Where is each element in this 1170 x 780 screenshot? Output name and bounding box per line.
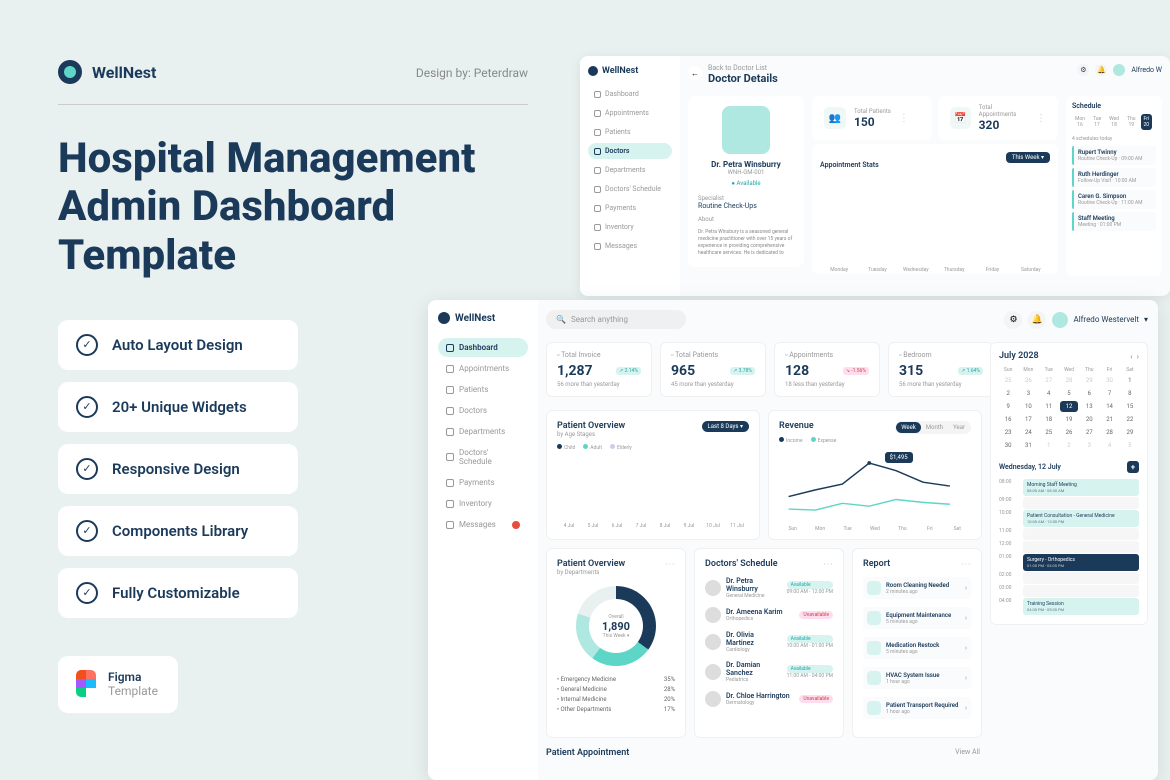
feature-item: ✓Auto Layout Design [58, 320, 298, 370]
user-name[interactable]: Alfredo W [1131, 66, 1162, 74]
gear-icon[interactable]: ⚙ [1077, 64, 1089, 76]
chart-tooltip: $1,495 [885, 452, 913, 463]
sidebar-item[interactable]: Dashboard [438, 338, 528, 357]
more-icon[interactable]: ⋮ [1036, 113, 1046, 124]
brand-logo-icon [588, 66, 598, 76]
feature-item: ✓Components Library [58, 506, 298, 556]
gear-icon[interactable]: ⚙ [1004, 311, 1022, 329]
user-menu[interactable]: Alfredo Westervelt▾ [1052, 312, 1148, 328]
add-event-button[interactable]: + [1127, 461, 1139, 473]
avatar[interactable] [1113, 64, 1125, 76]
bell-icon[interactable]: 🔔 [1028, 311, 1046, 329]
status-badge: ● Available [698, 180, 794, 187]
figma-icon [76, 670, 96, 698]
line-chart [779, 452, 971, 522]
check-icon: ✓ [76, 520, 98, 542]
users-icon: 👥 [824, 107, 846, 129]
back-button[interactable]: ← [688, 66, 702, 80]
avatar [722, 106, 770, 154]
period-selector[interactable]: This Week ▾ [1006, 152, 1050, 163]
prev-month-button[interactable]: ‹ [1130, 352, 1132, 361]
sidebar-item[interactable]: Inventory [438, 494, 528, 513]
more-icon[interactable]: ⋯ [961, 559, 971, 570]
figma-badge: FigmaTemplate [58, 656, 178, 713]
check-icon: ✓ [76, 396, 98, 418]
avatar [1052, 312, 1068, 328]
sidebar-item[interactable]: Inventory [588, 219, 672, 235]
screenshot-doctor-details: WellNest DashboardAppointmentsPatientsDo… [580, 56, 1170, 296]
feature-item: ✓20+ Unique Widgets [58, 382, 298, 432]
sidebar-item[interactable]: Dashboard [588, 86, 672, 102]
page-title: Doctor Details [708, 72, 778, 85]
check-icon: ✓ [76, 582, 98, 604]
tab-month[interactable]: Month [921, 422, 948, 433]
sidebar-item[interactable]: Payments [588, 200, 672, 216]
brand-name: WellNest [92, 63, 156, 82]
next-month-button[interactable]: › [1137, 352, 1139, 361]
breadcrumb[interactable]: Back to Doctor List [708, 64, 778, 72]
chevron-down-icon: ▾ [1144, 315, 1148, 324]
sidebar-item[interactable]: Doctors' Schedule [438, 443, 528, 471]
sidebar-item[interactable]: Doctors' Schedule [588, 181, 672, 197]
tab-week[interactable]: Week [896, 422, 921, 433]
sidebar-item[interactable]: Departments [588, 162, 672, 178]
brand-logo-icon [438, 312, 450, 324]
feature-item: ✓Responsive Design [58, 444, 298, 494]
feature-item: ✓Fully Customizable [58, 568, 298, 618]
check-icon: ✓ [76, 334, 98, 356]
screenshot-dashboard: WellNest DashboardAppointmentsPatientsDo… [428, 300, 1158, 780]
headline: Hospital Management Admin Dashboard Temp… [58, 135, 528, 280]
donut-chart: Overall1,890This Week ▾ [576, 586, 656, 666]
more-icon[interactable]: ⋯ [823, 559, 833, 570]
sidebar-item[interactable]: Patients [438, 380, 528, 399]
view-all-link[interactable]: View All [955, 748, 980, 756]
more-icon[interactable]: ⋮ [899, 113, 909, 124]
divider [58, 104, 528, 105]
calendar-icon: 📅 [950, 107, 971, 129]
sidebar-item[interactable]: Payments [438, 473, 528, 492]
sidebar-item[interactable]: Appointments [588, 105, 672, 121]
sidebar-item[interactable]: Departments [438, 422, 528, 441]
sidebar-item[interactable]: Doctors [438, 401, 528, 420]
sidebar-item[interactable]: Appointments [438, 359, 528, 378]
brand-logo-icon [58, 60, 82, 84]
sidebar-item[interactable]: Doctors [588, 143, 672, 159]
section-title: Patient Appointment [546, 748, 629, 758]
check-icon: ✓ [76, 458, 98, 480]
search-input[interactable]: 🔍Search anything [546, 310, 686, 329]
more-icon[interactable]: ⋯ [665, 559, 675, 570]
design-by: Design by: Peterdraw [416, 66, 528, 80]
bell-icon[interactable]: 🔔 [1095, 64, 1107, 76]
period-selector[interactable]: Last 8 Days ▾ [702, 421, 750, 432]
sidebar-item[interactable]: Messages [438, 515, 528, 534]
tab-year[interactable]: Year [948, 422, 970, 433]
brand: WellNest Design by: Peterdraw [58, 60, 528, 84]
sidebar-item[interactable]: Messages [588, 238, 672, 254]
search-icon: 🔍 [556, 315, 566, 324]
sidebar-item[interactable]: Patients [588, 124, 672, 140]
